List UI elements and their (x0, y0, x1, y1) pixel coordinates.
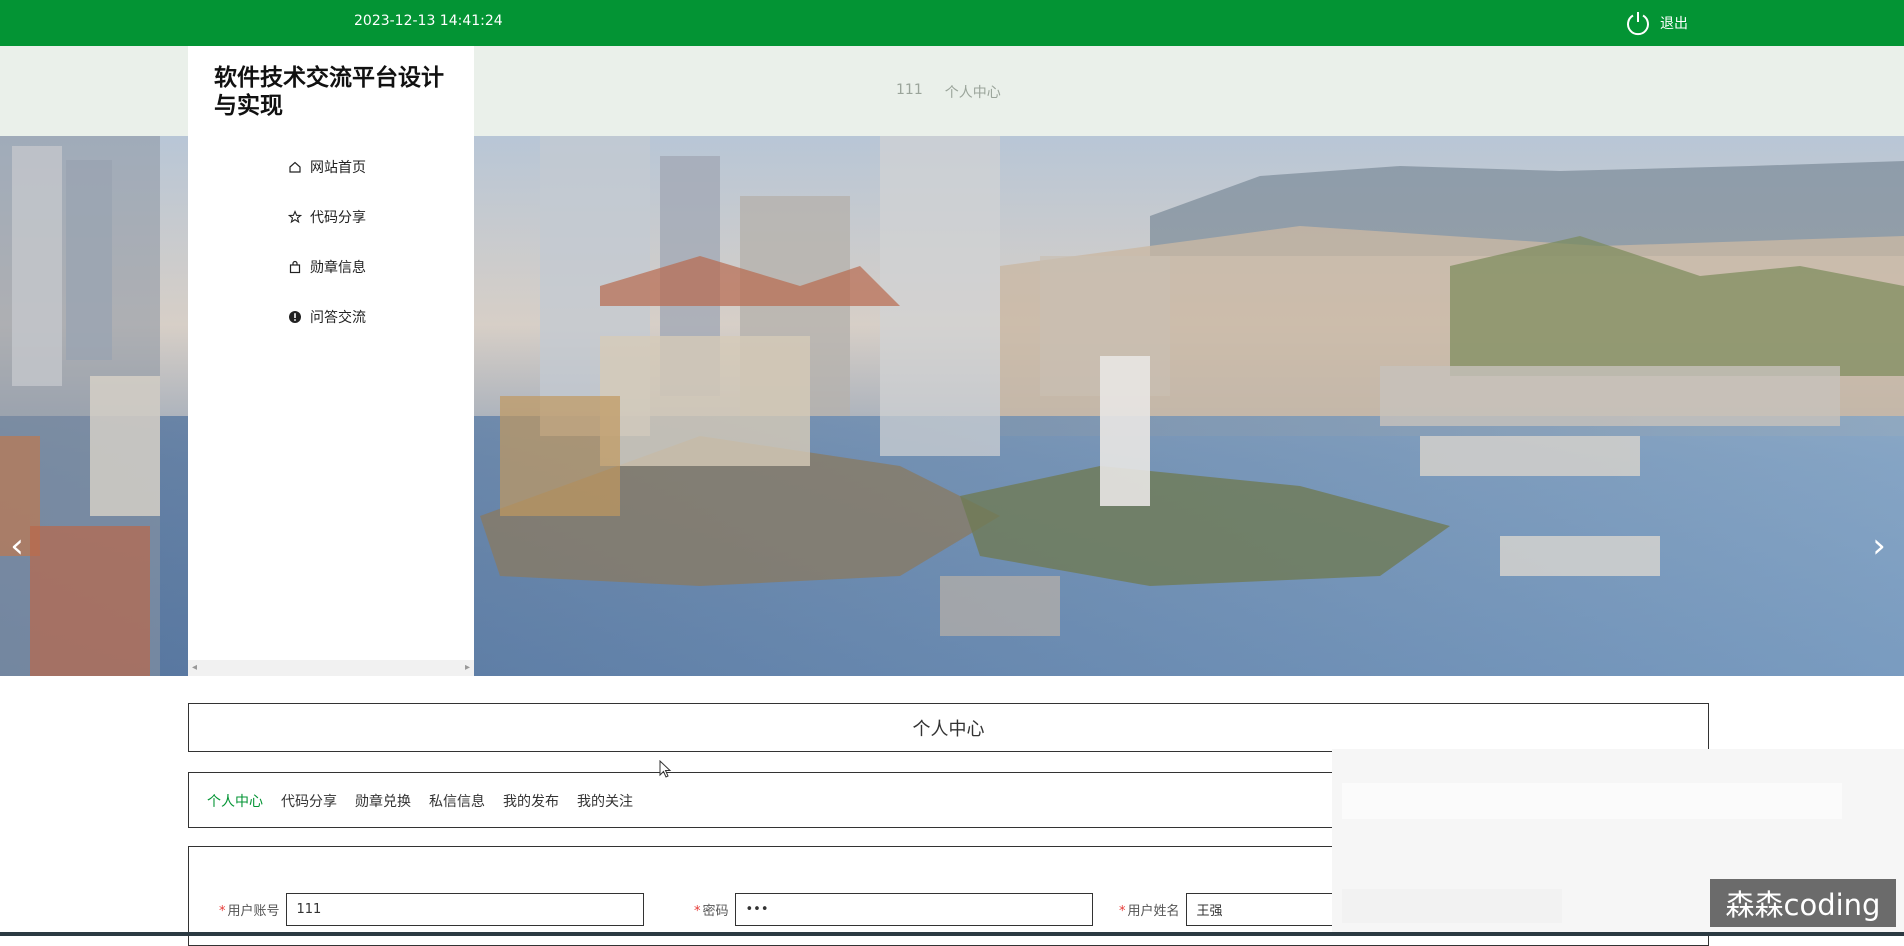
sidebar-item-label: 问答交流 (310, 310, 366, 326)
nav-link-profile[interactable]: 个人中心 (945, 82, 1001, 102)
account-input[interactable] (285, 893, 644, 926)
sidebar-horizontal-scrollbar[interactable]: ◂ ▸ (188, 660, 474, 676)
sidebar-item-label: 代码分享 (310, 210, 366, 226)
star-icon (288, 210, 302, 224)
overlay-band (1342, 889, 1562, 923)
scroll-left-icon[interactable]: ◂ (192, 662, 197, 673)
watermark: 森森coding (1710, 879, 1896, 927)
account-label: * 用户账号 (219, 904, 280, 919)
logout-label: 退出 (1660, 16, 1688, 32)
mouse-cursor-icon (659, 760, 672, 778)
bottom-edge-bar (0, 932, 1904, 936)
name-label: * 用户姓名 (1119, 904, 1180, 919)
sidebar-item-home[interactable]: 网站首页 (288, 142, 366, 192)
nav-links: 111 个人中心 (896, 82, 1001, 102)
sidebar-item-qa[interactable]: 问答交流 (288, 292, 366, 342)
tab-profile[interactable]: 个人中心 (207, 791, 263, 811)
nav-link-username[interactable]: 111 (896, 82, 923, 102)
password-field: * 密码 (694, 893, 1093, 926)
sidebar-item-code-share[interactable]: 代码分享 (288, 192, 366, 242)
password-input[interactable] (734, 893, 1093, 926)
overlay-band (1342, 783, 1842, 819)
site-title: 软件技术交流平台设计与实现 (214, 65, 444, 119)
top-bar: 2023-12-13 14:41:24 退出 (0, 0, 1904, 46)
sidebar-item-medals[interactable]: 勋章信息 (288, 242, 366, 292)
tab-private-messages[interactable]: 私信信息 (429, 791, 485, 811)
password-label: * 密码 (694, 904, 729, 919)
bag-icon (289, 260, 301, 274)
tab-code-share[interactable]: 代码分享 (281, 791, 337, 811)
current-datetime: 2023-12-13 14:41:24 (354, 13, 503, 29)
home-icon (289, 161, 301, 173)
carousel-prev-button[interactable]: ‹ (2, 526, 32, 566)
tab-my-posts[interactable]: 我的发布 (503, 791, 559, 811)
sidebar-item-label: 勋章信息 (310, 260, 366, 276)
section-title: 个人中心 (188, 703, 1709, 752)
sidebar: 软件技术交流平台设计与实现 网站首页 代码分享 勋章信息 问答交流 ◂ ▸ (188, 46, 474, 676)
sidebar-item-label: 网站首页 (310, 160, 366, 176)
carousel-next-button[interactable]: › (1864, 526, 1894, 566)
scroll-right-icon[interactable]: ▸ (465, 662, 470, 673)
tab-my-follows[interactable]: 我的关注 (577, 791, 633, 811)
logout-button[interactable]: 退出 (1624, 8, 1688, 38)
tab-medal-exchange[interactable]: 勋章兑换 (355, 791, 411, 811)
power-icon (1627, 12, 1649, 36)
sidebar-menu: 网站首页 代码分享 勋章信息 问答交流 (288, 142, 366, 342)
exclamation-circle-icon (289, 311, 301, 323)
account-field: * 用户账号 (219, 893, 644, 926)
